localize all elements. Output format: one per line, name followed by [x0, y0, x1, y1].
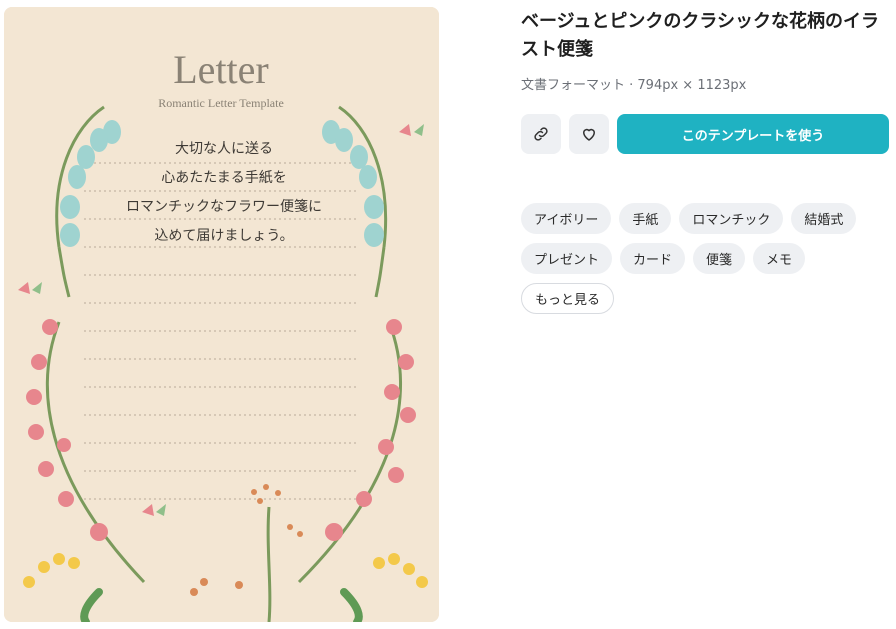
action-bar: このテンプレートを使う — [521, 114, 889, 154]
show-more-button[interactable]: もっと見る — [521, 283, 615, 314]
tag-item[interactable]: カード — [620, 243, 686, 274]
tag-item[interactable]: ロマンチック — [679, 203, 784, 234]
heart-icon — [583, 128, 595, 141]
letter-heading: Letter — [173, 47, 269, 92]
template-meta: 文書フォーマット · 794px × 1123px — [521, 78, 747, 93]
tag-item[interactable]: プレゼント — [521, 243, 613, 274]
template-preview[interactable]: Letter Romantic Letter Template 大切な人に送る … — [4, 7, 439, 622]
copy-link-button[interactable] — [521, 114, 561, 154]
template-details: ベージュとピンクのクラシックな花柄のイラスト便箋 文書フォーマット · 794p… — [521, 8, 889, 314]
letter-line-3: ロマンチックなフラワー便箋に — [126, 199, 322, 215]
favorite-button[interactable] — [569, 114, 609, 154]
tag-item[interactable]: 手紙 — [619, 203, 672, 234]
template-title: ベージュとピンクのクラシックな花柄のイラスト便箋 — [521, 11, 880, 60]
tag-item[interactable]: 便箋 — [693, 243, 746, 274]
letter-line-4: 込めて届けましょう。 — [154, 228, 293, 244]
letter-illustration: Letter Romantic Letter Template 大切な人に送る … — [4, 7, 439, 622]
tag-item[interactable]: 結婚式 — [791, 203, 857, 234]
letter-line-1: 大切な人に送る — [175, 141, 273, 157]
tag-list: アイボリー 手紙 ロマンチック 結婚式 プレゼント カード 便箋 メモ もっと見… — [521, 203, 889, 314]
tag-item[interactable]: アイボリー — [521, 203, 612, 234]
link-icon — [534, 127, 548, 141]
use-template-button[interactable]: このテンプレートを使う — [617, 114, 889, 154]
letter-subheading: Romantic Letter Template — [158, 96, 284, 110]
letter-line-2: 心あたたまる手紙を — [161, 170, 287, 186]
tag-item[interactable]: メモ — [753, 243, 806, 274]
